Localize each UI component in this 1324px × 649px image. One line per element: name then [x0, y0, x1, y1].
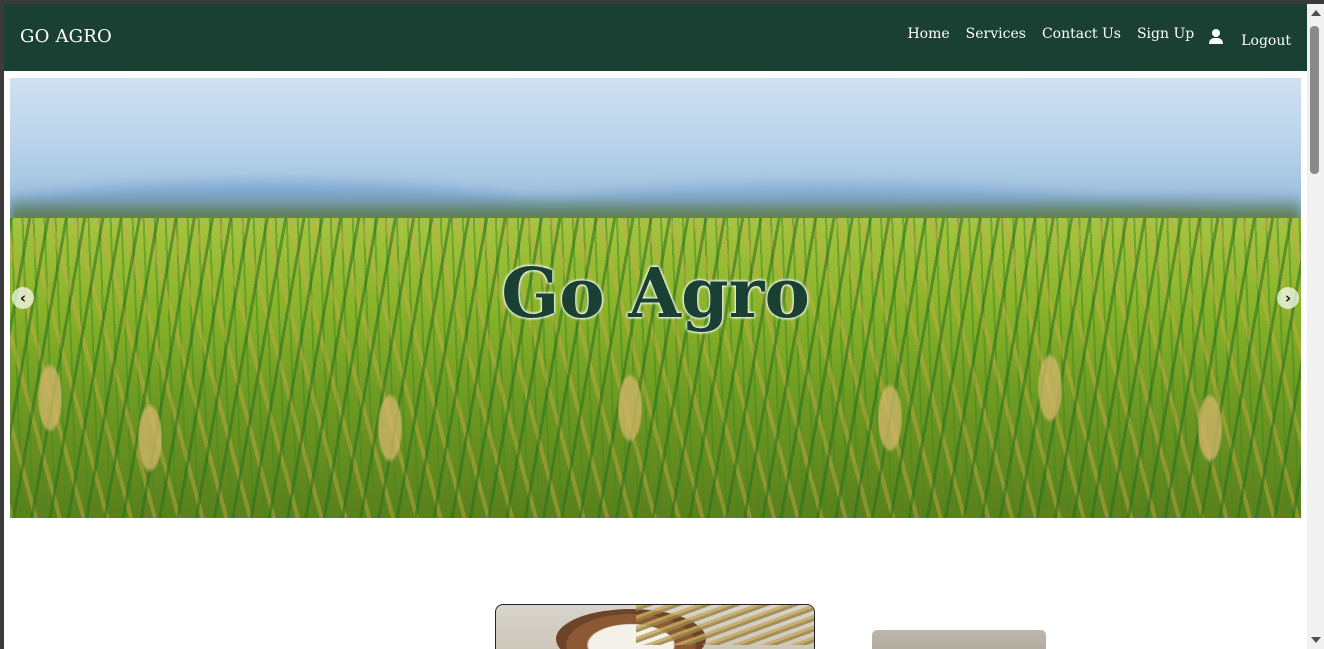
- logout-link[interactable]: Logout: [1241, 33, 1291, 49]
- nav-links: Home Services Contact Us Sign Up Logout: [891, 4, 1291, 71]
- nav-link-services[interactable]: Services: [966, 26, 1026, 42]
- nav-link-contact-us[interactable]: Contact Us: [1042, 26, 1121, 42]
- product-card-rice[interactable]: [495, 604, 815, 649]
- brand-logo[interactable]: GO AGRO: [20, 26, 112, 47]
- chevron-right-icon[interactable]: ›: [1277, 287, 1299, 309]
- navbar: GO AGRO Home Services Contact Us Sign Up…: [4, 4, 1307, 71]
- browser-viewport: GO AGRO Home Services Contact Us Sign Up…: [4, 4, 1307, 649]
- user-icon-head: [1212, 29, 1221, 37]
- nav-link-home[interactable]: Home: [907, 26, 949, 42]
- hero-title: Go Agro: [501, 254, 810, 334]
- product-card-secondary[interactable]: [872, 630, 1046, 649]
- nav-link-sign-up[interactable]: Sign Up: [1137, 26, 1194, 42]
- vertical-scrollbar[interactable]: [1307, 4, 1324, 649]
- user-icon-body: [1209, 38, 1224, 44]
- scroll-thumb[interactable]: [1310, 26, 1319, 174]
- hero-carousel: Go Agro ‹ ›: [10, 78, 1301, 518]
- scroll-up-icon[interactable]: [1311, 10, 1321, 16]
- rice-stalks-image: [636, 605, 814, 645]
- chevron-left-icon[interactable]: ‹: [12, 287, 34, 309]
- user-icon[interactable]: [1209, 29, 1224, 45]
- scroll-down-icon[interactable]: [1311, 637, 1321, 643]
